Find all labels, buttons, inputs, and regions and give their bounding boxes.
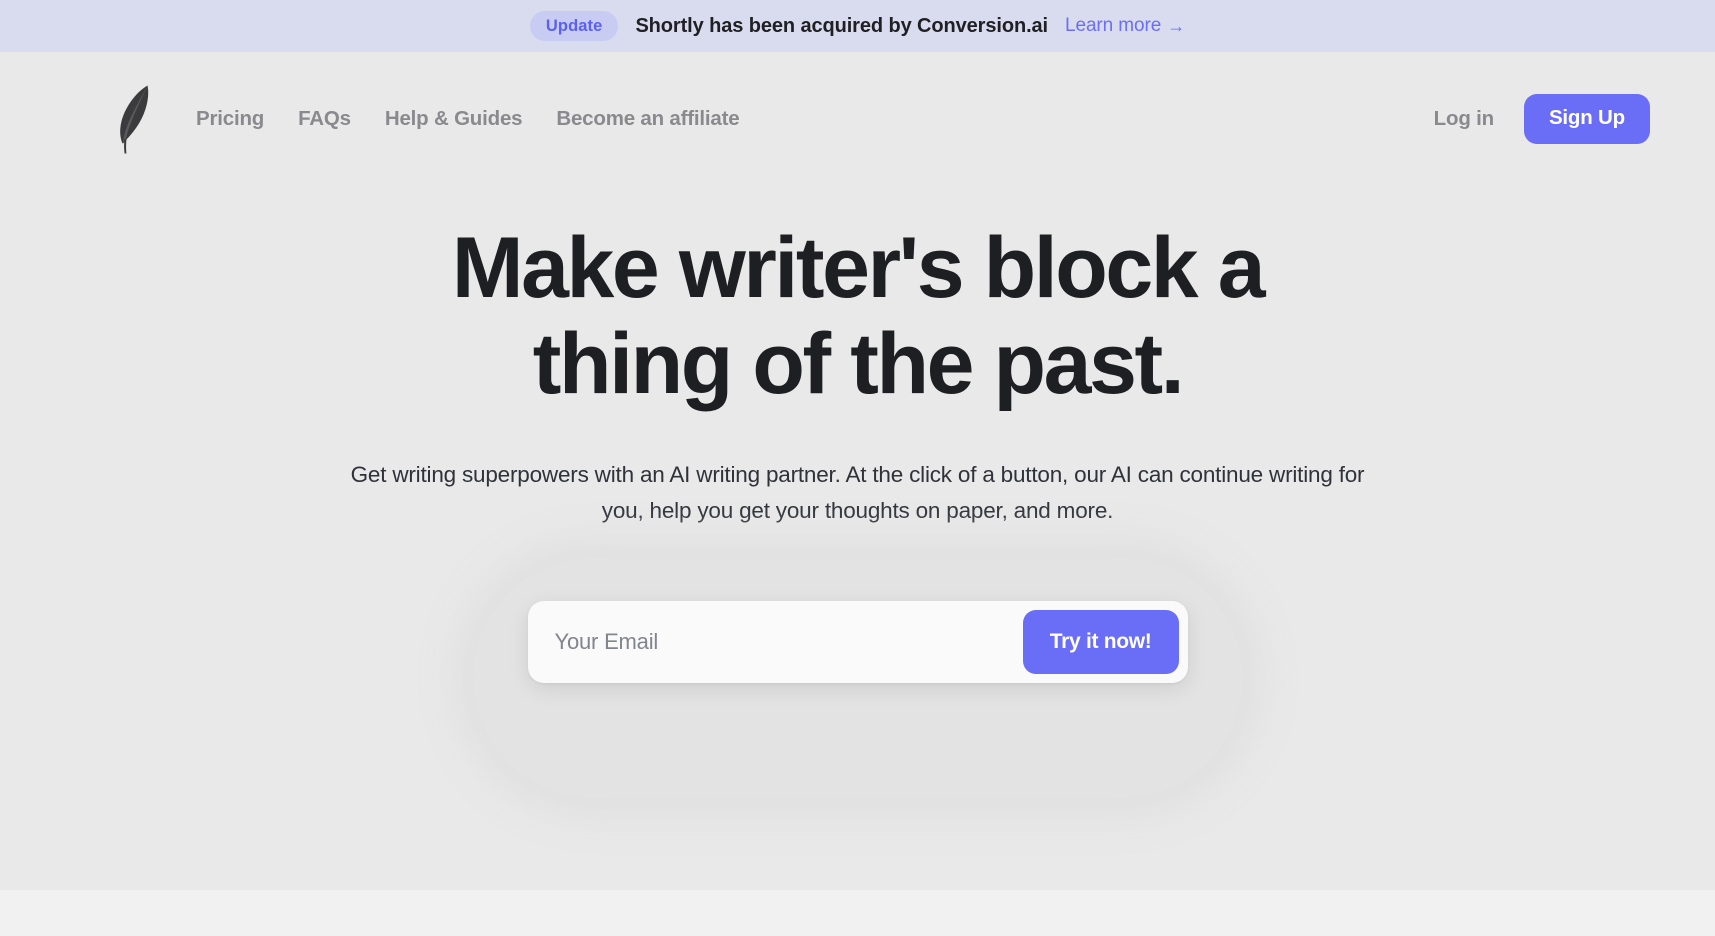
below-fold-strip — [0, 890, 1715, 936]
announcement-banner: Update Shortly has been acquired by Conv… — [0, 0, 1715, 52]
nav-item-help-and-guides[interactable]: Help & Guides — [385, 107, 523, 131]
update-badge: Update — [529, 10, 619, 42]
announcement-message: Shortly has been acquired by Conversion.… — [635, 14, 1049, 37]
nav-item-become-an-affiliate[interactable]: Become an affiliate — [556, 107, 739, 131]
login-link[interactable]: Log in — [1434, 107, 1494, 131]
hero-subheadline: Get writing superpowers with an AI writi… — [350, 461, 1365, 524]
sign-up-button[interactable]: Sign Up — [1523, 94, 1650, 144]
email-capture-section: Try it now! — [472, 557, 1243, 798]
signup-form: Try it now! — [527, 600, 1188, 683]
nav-actions: Log in Sign Up — [1434, 94, 1650, 144]
top-navigation: Pricing FAQs Help & Guides Become an aff… — [0, 52, 1715, 186]
nav-item-faqs[interactable]: FAQs — [298, 107, 351, 131]
arrow-right-icon: → — [1167, 16, 1186, 36]
learn-more-label: Learn more — [1065, 15, 1162, 36]
feather-quill-logo[interactable] — [112, 80, 158, 158]
page-title: Make writer's block a thing of the past. — [358, 220, 1358, 413]
hero-section: Pricing FAQs Help & Guides Become an aff… — [0, 52, 1715, 890]
hero-content: Make writer's block a thing of the past.… — [0, 220, 1715, 798]
learn-more-link[interactable]: Learn more → — [1065, 15, 1185, 37]
headline-line-2: thing of the past. — [532, 316, 1185, 413]
headline-line-1: Make writer's block a — [451, 220, 1266, 316]
nav-links: Pricing FAQs Help & Guides Become an aff… — [196, 107, 740, 131]
nav-item-pricing[interactable]: Pricing — [196, 107, 264, 131]
try-it-now-button[interactable]: Try it now! — [1022, 609, 1179, 674]
email-input[interactable] — [527, 600, 1023, 683]
